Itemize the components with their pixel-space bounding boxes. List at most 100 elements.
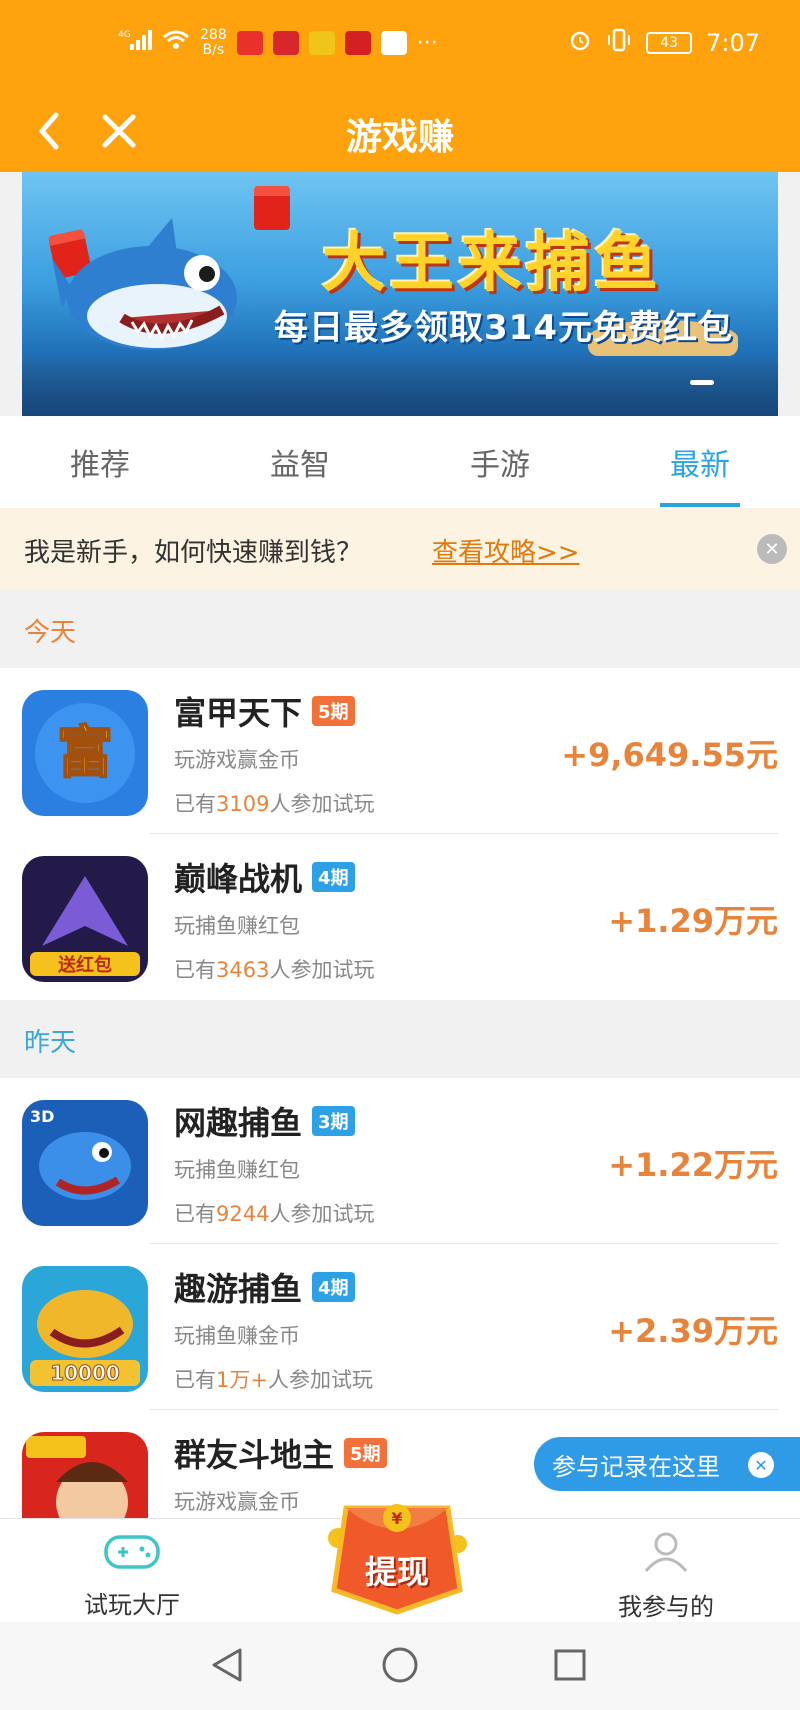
svg-text:¥: ¥ bbox=[391, 1509, 402, 1528]
svg-text:富: 富 bbox=[57, 721, 113, 786]
period-badge: 4期 bbox=[312, 862, 355, 892]
nav-label: 试玩大厅 bbox=[84, 1591, 180, 1619]
svg-text:送红包: 送红包 bbox=[57, 954, 112, 976]
reward-amount: +1.22万元 bbox=[608, 1146, 778, 1184]
app-notification-icon bbox=[344, 31, 371, 55]
game-item[interactable]: 3D 网趣捕鱼 3期 玩捕鱼赚红包 已有9244人参加试玩 +1.22万元 bbox=[0, 1078, 800, 1244]
participant-count: 已有3463人参加试玩 bbox=[174, 954, 374, 984]
game-title: 巅峰战机 4期 bbox=[174, 854, 355, 900]
withdraw-label: 提现 bbox=[364, 1553, 429, 1591]
app-notification-icon bbox=[236, 31, 263, 55]
shark-illustration bbox=[52, 218, 237, 350]
game-description: 玩捕鱼赚红包 bbox=[174, 914, 300, 938]
tab-mobile-games[interactable]: 手游 bbox=[400, 416, 600, 508]
game-description: 玩捕鱼赚红包 bbox=[174, 1158, 300, 1182]
network-speed: 288 B/s bbox=[200, 28, 227, 58]
guide-link[interactable]: 查看攻略>> bbox=[432, 532, 580, 569]
game-description: 玩捕鱼赚金币 bbox=[174, 1324, 300, 1348]
period-badge: 5期 bbox=[312, 696, 355, 726]
active-tab-indicator bbox=[660, 503, 740, 507]
promo-banner[interactable]: 大王来捕鱼 每日最多领取314元免费红包 bbox=[22, 172, 778, 416]
join-count: 9244 bbox=[216, 1202, 270, 1226]
game-item[interactable]: 富 富甲天下 5期 玩游戏赢金币 已有3109人参加试玩 +9,649.55元 bbox=[0, 668, 800, 834]
app-notification-icon bbox=[380, 31, 407, 55]
participant-count: 已有9244人参加试玩 bbox=[174, 1198, 374, 1228]
status-left: 4G 288 B/s ··· bbox=[118, 28, 438, 58]
banner-page-indicator bbox=[690, 380, 714, 385]
nav-bar: 游戏赚 bbox=[0, 90, 800, 172]
game-title: 趣游捕鱼 4期 bbox=[174, 1264, 355, 1310]
gamepad-icon bbox=[104, 1535, 160, 1569]
section-today: 今天 bbox=[0, 590, 800, 668]
join-count: 3109 bbox=[216, 792, 270, 816]
alarm-icon bbox=[568, 28, 592, 58]
game-name: 趣游捕鱼 bbox=[174, 1270, 303, 1308]
notice-close-icon[interactable]: ✕ bbox=[757, 534, 787, 564]
game-icon: 送红包 bbox=[22, 856, 148, 982]
tab-puzzle[interactable]: 益智 bbox=[200, 416, 400, 508]
status-right: 43 7:07 bbox=[568, 28, 760, 58]
game-title: 富甲天下 5期 bbox=[174, 688, 355, 734]
app-notification-icon bbox=[272, 31, 299, 55]
reward-amount: +1.29万元 bbox=[608, 902, 778, 940]
join-prefix: 已有 bbox=[174, 1202, 216, 1226]
game-title: 网趣捕鱼 3期 bbox=[174, 1098, 355, 1144]
more-icon: ··· bbox=[416, 30, 438, 56]
app-notification-icon bbox=[308, 31, 335, 55]
status-bar: 4G 288 B/s ··· 43 7:07 bbox=[0, 0, 800, 90]
svg-text:10000: 10000 bbox=[50, 1361, 120, 1385]
back-triangle-icon[interactable] bbox=[210, 1646, 244, 1684]
period-badge: 3期 bbox=[312, 1106, 355, 1136]
system-nav-bar bbox=[0, 1622, 800, 1710]
vibrate-icon bbox=[606, 28, 632, 58]
red-envelope-icon bbox=[254, 186, 290, 230]
tab-newest[interactable]: 最新 bbox=[600, 416, 800, 508]
nav-trial-lobby[interactable]: 试玩大厅 bbox=[32, 1531, 232, 1620]
tip-close-icon[interactable]: ✕ bbox=[748, 1452, 774, 1478]
join-prefix: 已有 bbox=[174, 958, 216, 982]
join-suffix: 人参加试玩 bbox=[267, 1368, 373, 1392]
home-circle-icon[interactable] bbox=[381, 1646, 419, 1684]
clock: 7:07 bbox=[706, 29, 760, 57]
game-icon: 3D bbox=[22, 1100, 148, 1226]
game-title: 群友斗地主 5期 bbox=[174, 1430, 387, 1476]
wifi-icon bbox=[162, 29, 190, 57]
reward-amount: +9,649.55元 bbox=[561, 736, 778, 774]
period-badge: 4期 bbox=[312, 1272, 355, 1302]
join-count: 1万+ bbox=[216, 1368, 268, 1392]
game-description: 玩游戏赢金币 bbox=[174, 1490, 300, 1514]
banner-title: 大王来捕鱼 bbox=[322, 227, 662, 301]
game-item[interactable]: 10000 趣游捕鱼 4期 玩捕鱼赚金币 已有1万+人参加试玩 +2.39万元 bbox=[0, 1244, 800, 1410]
banner-subtitle: 每日最多领取314元免费红包 bbox=[274, 308, 733, 348]
game-name: 群友斗地主 bbox=[174, 1436, 335, 1474]
game-icon bbox=[22, 1432, 148, 1518]
nav-label: 我参与的 bbox=[618, 1593, 714, 1621]
game-icon: 10000 bbox=[22, 1266, 148, 1392]
reward-amount: +2.39万元 bbox=[608, 1312, 778, 1350]
category-tabs: 推荐 益智 手游 最新 bbox=[0, 416, 800, 508]
game-name: 网趣捕鱼 bbox=[174, 1104, 303, 1142]
participant-count: 已有3109人参加试玩 bbox=[174, 788, 374, 818]
join-prefix: 已有 bbox=[174, 792, 216, 816]
join-count: 3463 bbox=[216, 958, 270, 982]
speed-unit: B/s bbox=[202, 42, 225, 58]
join-suffix: 人参加试玩 bbox=[269, 792, 375, 816]
battery-icon: 43 bbox=[646, 32, 693, 54]
page-title: 游戏赚 bbox=[345, 117, 454, 158]
game-item[interactable]: 送红包 巅峰战机 4期 玩捕鱼赚红包 已有3463人参加试玩 +1.29万元 bbox=[0, 834, 800, 1000]
tab-recommend[interactable]: 推荐 bbox=[0, 416, 200, 508]
join-prefix: 已有 bbox=[174, 1368, 216, 1392]
beginner-notice: 我是新手，如何快速赚到钱？ 查看攻略>> bbox=[0, 508, 800, 590]
nav-my-participation[interactable]: 我参与的 bbox=[566, 1531, 766, 1622]
recents-square-icon[interactable] bbox=[553, 1648, 587, 1682]
svg-text:3D: 3D bbox=[30, 1107, 54, 1126]
participant-count: 已有1万+人参加试玩 bbox=[174, 1364, 373, 1394]
game-icon: 富 bbox=[22, 690, 148, 816]
speed-value: 288 bbox=[200, 27, 227, 43]
join-suffix: 人参加试玩 bbox=[269, 1202, 375, 1226]
svg-text:4G: 4G bbox=[118, 30, 131, 40]
game-name: 富甲天下 bbox=[174, 694, 303, 732]
join-suffix: 人参加试玩 bbox=[269, 958, 375, 982]
user-icon bbox=[644, 1532, 688, 1572]
signal-icon: 4G bbox=[118, 28, 152, 58]
